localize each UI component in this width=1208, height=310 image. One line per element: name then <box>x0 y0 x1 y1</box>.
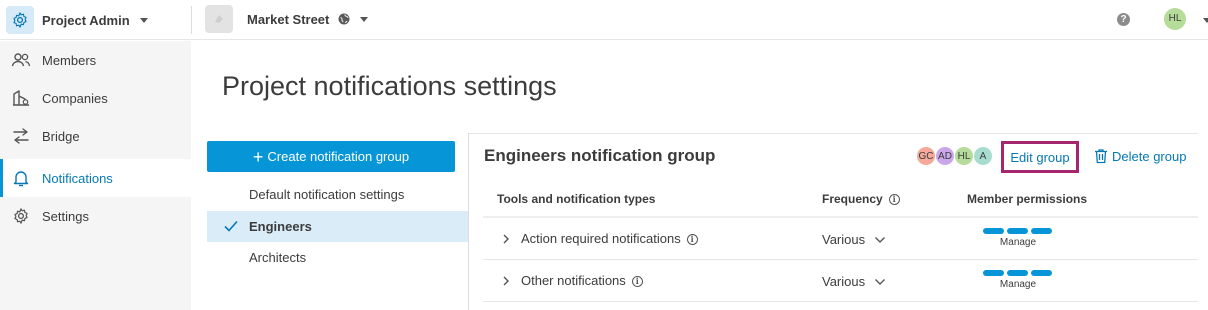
frequency-dropdown[interactable]: Various <box>822 232 886 247</box>
sidebar-item-notifications[interactable]: Notifications <box>0 159 191 197</box>
delete-group-button[interactable]: Delete group <box>1093 148 1186 164</box>
row-label-text: Action required notifications <box>521 231 681 246</box>
table-header: Tools and notification types Frequency i … <box>483 182 1198 218</box>
permission-level-bars <box>983 228 1055 234</box>
create-button-label: Create notification group <box>267 149 410 164</box>
app-title: Project Admin <box>42 12 130 28</box>
group-item-label: Architects <box>249 250 307 266</box>
sidebar-item-label: Notifications <box>42 170 113 186</box>
project-thumbnail-icon <box>205 5 233 33</box>
group-item-engineers[interactable]: Engineers <box>207 210 468 242</box>
group-item-label: Engineers <box>249 218 312 234</box>
info-icon[interactable]: i <box>631 276 643 288</box>
user-avatar[interactable]: HL <box>1164 8 1186 30</box>
panel-top-divider <box>469 133 1198 134</box>
project-admin-gear-icon <box>6 6 34 34</box>
help-icon[interactable]: ? <box>1117 13 1130 26</box>
member-avatar: AD <box>935 146 955 166</box>
sidebar-item-bridge[interactable]: Bridge <box>0 117 191 155</box>
column-header-tools: Tools and notification types <box>497 192 656 206</box>
divider <box>191 6 192 34</box>
project-name: Market Street <box>247 11 330 27</box>
companies-icon <box>11 88 31 108</box>
permission-bar <box>1031 228 1052 234</box>
app-switcher[interactable]: Project Admin <box>6 6 148 34</box>
group-item-label: Default notification settings <box>249 187 405 203</box>
sidebar-item-companies[interactable]: Companies <box>0 79 191 117</box>
member-permission-control[interactable]: Manage <box>983 270 1055 290</box>
member-avatar: HL <box>954 146 974 166</box>
permission-bar <box>983 270 1004 276</box>
info-icon[interactable]: i <box>686 234 698 246</box>
sidebar-item-label: Companies <box>42 90 108 106</box>
frequency-header-label: Frequency <box>822 192 883 206</box>
group-item-default[interactable]: Default notification settings <box>207 179 468 211</box>
sidebar-item-members[interactable]: Members <box>0 41 191 79</box>
frequency-dropdown[interactable]: Various <box>822 274 886 289</box>
notification-group-list: Default notification settings Engineers … <box>207 179 468 274</box>
sidebar: Members Companies Bridge Notifications S… <box>0 41 191 310</box>
row-label-text: Other notifications <box>521 273 626 288</box>
chevron-down-icon <box>875 278 886 285</box>
permission-label: Manage <box>999 279 1037 290</box>
member-permission-control[interactable]: Manage <box>983 228 1055 248</box>
sidebar-item-label: Members <box>42 52 97 68</box>
column-header-permissions: Member permissions <box>967 192 1088 206</box>
chevron-down-icon <box>875 236 886 243</box>
trash-icon <box>1095 149 1107 164</box>
row-label: Other notifications i <box>521 273 643 288</box>
member-avatar: A <box>973 146 993 166</box>
permission-level-bars <box>983 270 1055 276</box>
sidebar-item-label: Bridge <box>42 128 80 144</box>
group-title: Engineers notification group <box>484 146 716 165</box>
sidebar-item-settings[interactable]: Settings <box>0 197 191 235</box>
permission-bar <box>983 228 1004 234</box>
row-label: Action required notifications i <box>521 231 698 246</box>
edit-group-button[interactable]: Edit group <box>1001 141 1079 173</box>
bell-icon <box>11 168 31 188</box>
group-member-avatars[interactable]: GC AD HL A <box>916 146 993 166</box>
table-row: Other notifications i Various Manage <box>483 260 1198 302</box>
project-switcher[interactable]: Market Street <box>205 5 369 33</box>
chevron-down-icon <box>139 17 148 23</box>
frequency-value: Various <box>822 274 866 289</box>
chevron-right-icon[interactable] <box>501 275 511 287</box>
info-icon[interactable]: i <box>888 194 900 206</box>
panel-divider <box>468 133 469 310</box>
top-bar: Project Admin Market Street ? HL <box>0 0 1208 40</box>
globe-icon <box>338 13 350 25</box>
checkmark-icon <box>224 220 238 232</box>
create-notification-group-button[interactable]: + Create notification group <box>207 141 455 172</box>
member-avatar: GC <box>916 146 936 166</box>
chevron-down-icon <box>360 16 369 22</box>
sidebar-item-label: Settings <box>42 208 89 224</box>
permission-bar <box>1007 270 1028 276</box>
gear-icon <box>11 206 31 226</box>
permission-label: Manage <box>999 237 1037 248</box>
chevron-right-icon[interactable] <box>501 233 511 245</box>
table-row: Action required notifications i Various M… <box>483 218 1198 260</box>
members-icon <box>11 50 31 70</box>
bridge-icon <box>11 126 31 146</box>
column-header-frequency: Frequency i <box>822 192 900 206</box>
group-item-architects[interactable]: Architects <box>207 242 468 274</box>
frequency-value: Various <box>822 232 866 247</box>
page-title: Project notifications settings <box>222 71 557 101</box>
user-menu-chevron-down-icon[interactable] <box>1203 18 1208 23</box>
permission-bar <box>1007 228 1028 234</box>
notification-settings-table: Tools and notification types Frequency i … <box>483 182 1198 302</box>
permission-bar <box>1031 270 1052 276</box>
delete-group-label: Delete group <box>1112 148 1187 164</box>
plus-icon: + <box>252 146 264 167</box>
